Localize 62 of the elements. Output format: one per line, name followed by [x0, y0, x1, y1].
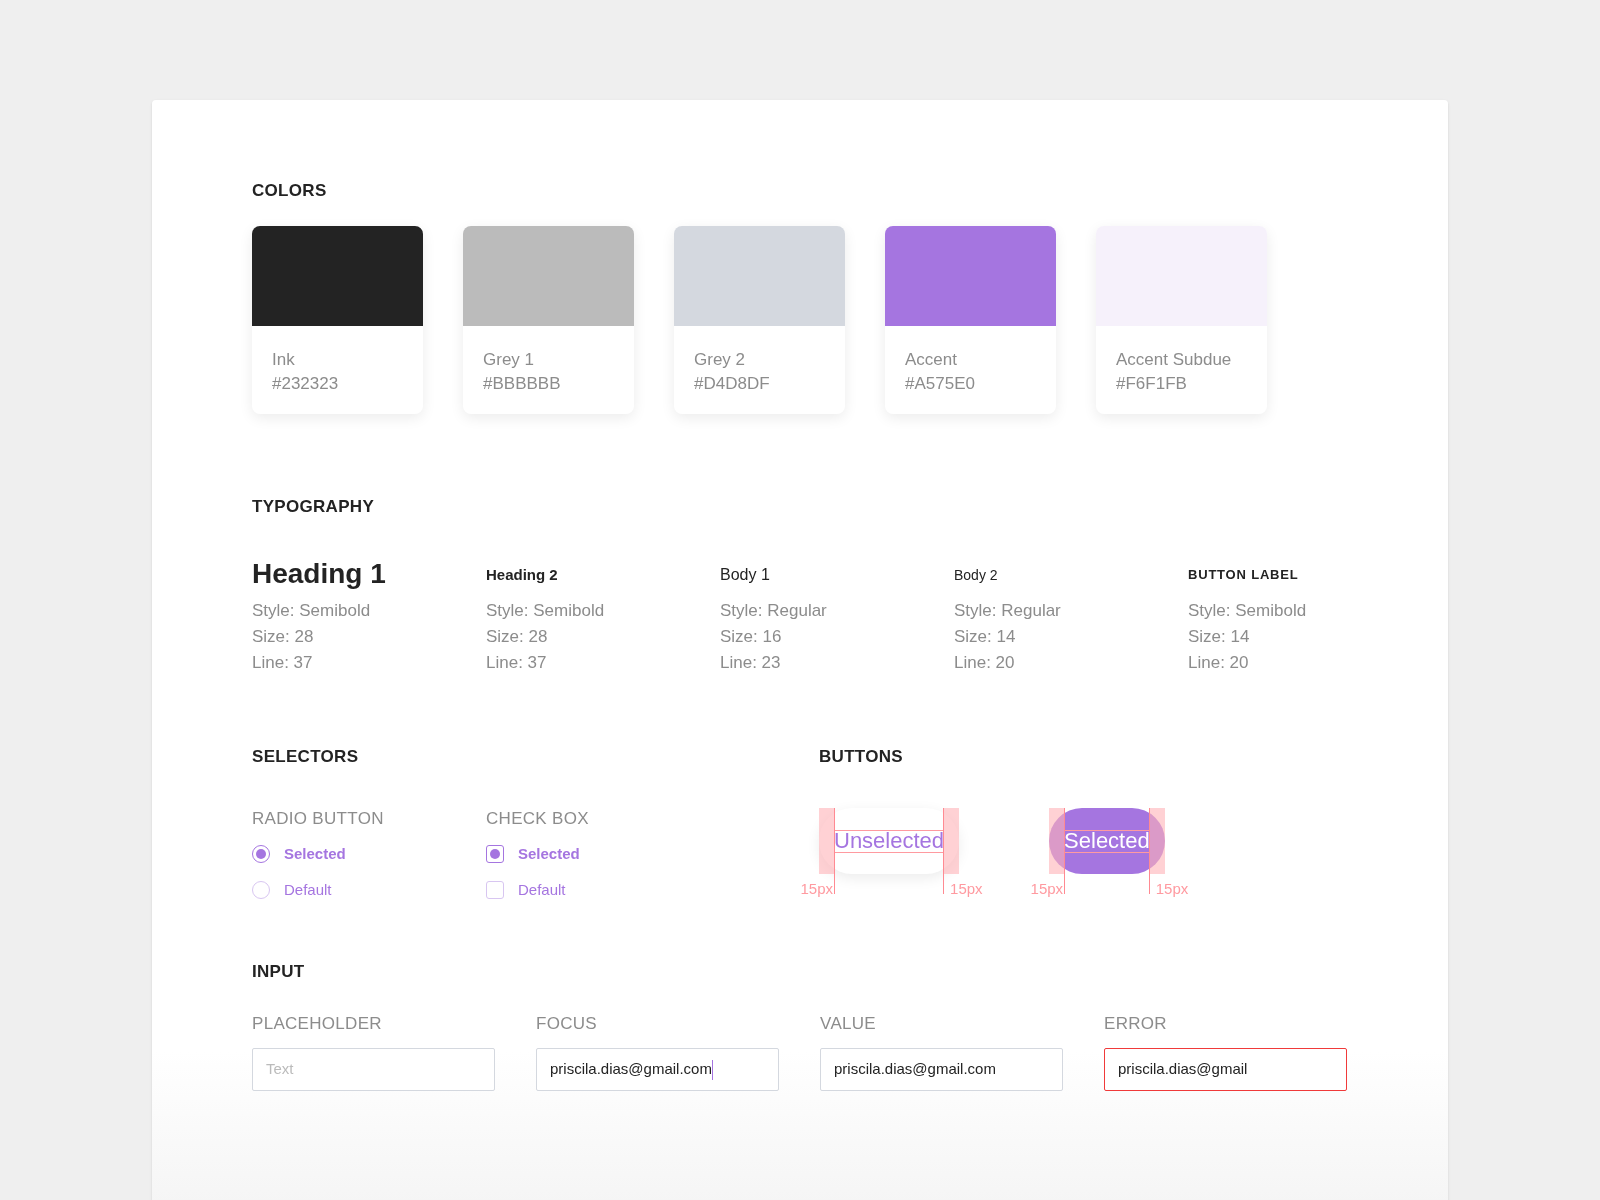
size-text: Size: 14: [1188, 626, 1251, 648]
option-label[interactable]: Selected: [518, 843, 580, 866]
text-cursor: [711, 1059, 713, 1080]
size-text: Size: 16: [720, 626, 783, 648]
type-sample: Heading 2: [486, 565, 559, 585]
style-text: Style: Regular: [954, 600, 1062, 622]
size-text: Size: 28: [486, 626, 549, 648]
section-title: COLORS: [252, 180, 328, 202]
line-text: Line: 23: [720, 652, 782, 674]
option-label[interactable]: Default: [518, 878, 566, 901]
measure-label: 15px: [800, 878, 834, 899]
type-sample: Body 1: [720, 565, 771, 585]
field-label: PLACEHOLDER: [252, 1012, 383, 1035]
group-label: CHECK BOX: [486, 807, 590, 830]
input-field[interactable]: priscila.dias@gmail.com: [536, 1048, 779, 1091]
size-text: Size: 28: [252, 626, 315, 648]
padding-marker: [819, 807, 834, 874]
style-text: Style: Semibold: [486, 600, 606, 622]
line-text: Line: 37: [486, 652, 548, 674]
color-hex: #D4D8DF: [694, 372, 771, 395]
line-text: Line: 20: [1188, 652, 1250, 674]
measure-label: 15px: [949, 878, 983, 899]
field-label: ERROR: [1104, 1012, 1168, 1035]
color-name: Ink: [272, 348, 296, 371]
type-sample: BUTTON LABEL: [1188, 566, 1300, 584]
color-hex: #F6F1FB: [1116, 372, 1188, 395]
pill-button[interactable]: Unselected: [819, 807, 960, 874]
section-title: INPUT: [252, 961, 306, 983]
group-label: RADIO BUTTON: [252, 807, 385, 830]
type-sample: Body 2: [954, 566, 999, 585]
style-text: Style: Semibold: [252, 600, 372, 622]
field-label: FOCUS: [536, 1012, 598, 1035]
padding-marker: [1049, 807, 1065, 874]
option-label[interactable]: Selected: [284, 843, 346, 866]
measure-label: 15px: [1154, 878, 1189, 899]
checkbox[interactable]: [486, 880, 504, 899]
type-sample: Heading 1: [252, 557, 387, 591]
style-text: Style: Semibold: [1188, 600, 1308, 622]
color-hex: #232323: [272, 372, 340, 395]
field-label: VALUE: [820, 1012, 877, 1035]
section-title: SELECTORS: [252, 746, 360, 768]
measure-label: 15px: [1030, 878, 1065, 899]
color-name: Accent: [905, 348, 958, 371]
line-text: Line: 20: [954, 652, 1016, 674]
section-title: BUTTONS: [819, 746, 904, 768]
checkbox[interactable]: [486, 845, 504, 864]
input-field[interactable]: Text: [252, 1048, 495, 1091]
style-text: Style: Regular: [720, 600, 828, 622]
color-hex: #A575E0: [905, 372, 976, 395]
input-field[interactable]: priscila.dias@gmail: [1104, 1048, 1347, 1091]
color-name: Grey 1: [483, 348, 536, 371]
section-title: TYPOGRAPHY: [252, 495, 376, 518]
color-name: Accent Subdue: [1116, 348, 1233, 371]
padding-marker: [944, 807, 960, 874]
color-hex: #BBBBBB: [483, 372, 562, 395]
line-text: Line: 37: [252, 652, 314, 674]
padding-marker: [1149, 807, 1165, 874]
pill-button[interactable]: Selected: [1049, 807, 1165, 874]
option-label[interactable]: Default: [284, 878, 332, 901]
input-field[interactable]: priscila.dias@gmail.com: [820, 1048, 1063, 1091]
color-name: Grey 2: [694, 348, 747, 371]
size-text: Size: 14: [954, 626, 1017, 648]
